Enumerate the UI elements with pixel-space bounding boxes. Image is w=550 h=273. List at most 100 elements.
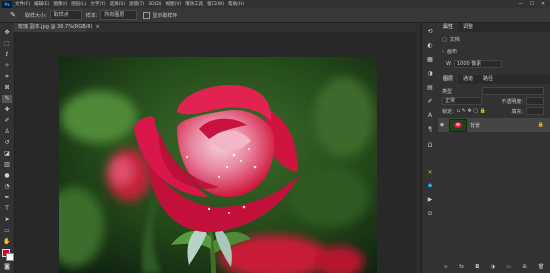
menu-image[interactable]: 图像(I) xyxy=(53,1,67,7)
lasso-tool-icon[interactable]: ℓ xyxy=(2,51,12,59)
layer-lock-icon[interactable]: 🔒 xyxy=(538,122,544,128)
layers-panel-footer: ∞ fx ◘ ◑ ▭ ⊞ 🗑 xyxy=(438,264,550,272)
options-bar: ✎ 取样大小: 取样点 样本: 所有图层 显示取样环 xyxy=(0,8,550,23)
show-sampling-ring-checkbox[interactable]: 显示取样环 xyxy=(143,11,177,19)
checkbox-box[interactable] xyxy=(143,11,151,19)
close-window-button[interactable]: ✕ xyxy=(540,1,546,7)
lock-icons[interactable]: ▫ ✎ ✥ ▢ 🔒 xyxy=(457,108,486,114)
eraser-tool-icon[interactable]: ◪ xyxy=(2,150,12,158)
history-brush-tool-icon[interactable]: ↺ xyxy=(2,139,12,147)
layer-name[interactable]: 背景 xyxy=(470,122,480,129)
opacity-input[interactable] xyxy=(526,97,544,105)
menu-file[interactable]: 文件(F) xyxy=(15,1,30,7)
link-layers-icon[interactable]: ∞ xyxy=(444,264,448,272)
right-panels: 属性 调整 ▢ 文档 › 画布 W 1000 像素 图层 通道 路径 类型 正常… xyxy=(438,23,550,273)
document-tab-title: 玫瑰 副本.jpg @ 36.7%(RGB/8) xyxy=(18,24,93,30)
background-color-swatch[interactable] xyxy=(6,253,14,261)
canvas-area[interactable] xyxy=(15,32,416,273)
document-label: 文档 xyxy=(449,37,460,43)
layer-filter-icons[interactable] xyxy=(482,87,544,95)
menu-type[interactable]: 文字(Y) xyxy=(90,1,105,7)
color-icon[interactable]: ◐ xyxy=(425,41,435,50)
menu-edit[interactable]: 编辑(E) xyxy=(34,1,49,7)
menu-3d[interactable]: 3D(D) xyxy=(148,2,161,7)
menu-view[interactable]: 视图(V) xyxy=(166,1,182,7)
filter-kind-label[interactable]: 类型 xyxy=(442,88,452,95)
path-select-tool-icon[interactable]: ➤ xyxy=(2,216,12,224)
gradient-tool-icon[interactable]: ▥ xyxy=(2,161,12,169)
minimize-button[interactable]: — xyxy=(518,1,524,7)
canvas-label: 画布 xyxy=(447,49,458,55)
tools-icon[interactable]: ✕ xyxy=(425,168,435,177)
tab-layers[interactable]: 图层 xyxy=(438,75,459,84)
blend-mode-select[interactable]: 正常 xyxy=(442,97,482,105)
hand-tool-icon[interactable]: ✋ xyxy=(2,238,12,246)
tab-channels[interactable]: 通道 xyxy=(458,75,478,84)
clone-stamp-tool-icon[interactable]: ♙ xyxy=(2,128,12,136)
dodge-tool-icon[interactable]: ◔ xyxy=(2,183,12,191)
menu-window[interactable]: 窗口(W) xyxy=(207,1,224,7)
document-icon: ▢ xyxy=(442,36,447,43)
move-tool-icon[interactable]: ✥ xyxy=(2,29,12,37)
swatches-icon[interactable]: ▦ xyxy=(425,55,435,64)
brush-tool-icon[interactable]: ✐ xyxy=(2,117,12,125)
document-image-rose[interactable] xyxy=(59,57,377,273)
character-icon[interactable]: A xyxy=(425,111,435,120)
marquee-tool-icon[interactable]: ⬚ xyxy=(2,40,12,48)
visibility-eye-icon[interactable]: ◉ xyxy=(438,122,446,128)
width-label: W xyxy=(446,61,451,67)
menu-help[interactable]: 帮助(H) xyxy=(228,1,244,7)
adjustments-icon[interactable]: ◑ xyxy=(425,69,435,78)
menu-layer[interactable]: 图层(L) xyxy=(71,1,86,7)
blur-tool-icon[interactable]: ● xyxy=(2,172,12,180)
new-group-icon[interactable]: ▭ xyxy=(506,264,511,272)
new-adjustment-icon[interactable]: ◑ xyxy=(491,264,495,272)
menu-plugins[interactable]: 增效工具 xyxy=(185,1,203,7)
menu-select[interactable]: 选择(S) xyxy=(110,1,125,7)
maximize-button[interactable]: ☐ xyxy=(529,1,535,7)
paragraph-icon[interactable]: ¶ xyxy=(425,125,435,134)
toolbox: ✥ ⬚ ℓ ✧ ⌗ ⊠ ✎ ✚ ✐ ♙ ↺ ◪ ▥ ● ◔ ✒ T ➤ ▭ ✋ … xyxy=(0,23,15,273)
delete-layer-icon[interactable]: 🗑 xyxy=(538,264,544,272)
layer-thumbnail-image xyxy=(450,119,466,131)
frame-tool-icon[interactable]: ⊠ xyxy=(2,84,12,92)
rectangle-tool-icon[interactable]: ▭ xyxy=(2,227,12,235)
eyedropper-icon[interactable]: ✎ xyxy=(8,10,18,20)
sample-size-label: 取样大小: xyxy=(25,12,47,19)
menu-filter[interactable]: 滤镜(T) xyxy=(129,1,144,7)
menu-bar: Ps 文件(F) 编辑(E) 图像(I) 图层(L) 文字(Y) 选择(S) 滤… xyxy=(0,0,550,8)
learn-icon[interactable]: ◆ xyxy=(425,181,435,190)
crop-tool-icon[interactable]: ⌗ xyxy=(2,73,12,81)
sample-select[interactable]: 所有图层 xyxy=(100,10,138,20)
fill-label: 填充: xyxy=(511,108,523,115)
canvas-expand-icon[interactable]: › xyxy=(442,49,444,55)
sample-size-select[interactable]: 取样点 xyxy=(49,10,82,20)
fill-input[interactable] xyxy=(526,107,544,115)
properties-panel-tabs: 属性 调整 xyxy=(438,23,550,32)
tab-properties[interactable]: 属性 xyxy=(438,23,459,32)
history-icon[interactable]: ⟲ xyxy=(425,27,435,36)
new-layer-icon[interactable]: ⊞ xyxy=(522,264,526,272)
quick-mask-icon[interactable]: ◙ xyxy=(2,263,12,271)
pen-tool-icon[interactable]: ✒ xyxy=(2,194,12,202)
actions-icon[interactable]: ▶ xyxy=(425,195,435,204)
type-tool-icon[interactable]: T xyxy=(2,205,12,213)
layer-row-background[interactable]: ◉ 背景 🔒 xyxy=(438,118,550,132)
close-tab-icon[interactable]: × xyxy=(96,24,100,30)
quick-select-tool-icon[interactable]: ✧ xyxy=(2,62,12,70)
eyedropper-tool-icon[interactable]: ✎ xyxy=(2,95,12,103)
navigator-icon[interactable]: ⊙ xyxy=(425,209,435,218)
collapsed-panel-strip: ⟲ ◐ ▦ ◑ ▤ ✐ A ¶ Ω ✕ ◆ ▶ ⊙ xyxy=(421,23,439,273)
tab-paths[interactable]: 路径 xyxy=(478,75,498,84)
healing-brush-tool-icon[interactable]: ✚ xyxy=(2,106,12,114)
glyphs-icon[interactable]: Ω xyxy=(425,141,435,150)
width-input[interactable]: 1000 像素 xyxy=(453,60,502,68)
canvas-scrollbar[interactable] xyxy=(416,23,420,273)
libraries-icon[interactable]: ▤ xyxy=(425,83,435,92)
tab-adjustments[interactable]: 调整 xyxy=(458,23,478,32)
layer-style-icon[interactable]: fx xyxy=(459,264,464,272)
brush-settings-icon[interactable]: ✐ xyxy=(425,97,435,106)
add-mask-icon[interactable]: ◘ xyxy=(475,264,479,272)
rose-photo xyxy=(59,57,377,273)
document-tab[interactable]: 玫瑰 副本.jpg @ 36.7%(RGB/8) × xyxy=(14,23,100,32)
